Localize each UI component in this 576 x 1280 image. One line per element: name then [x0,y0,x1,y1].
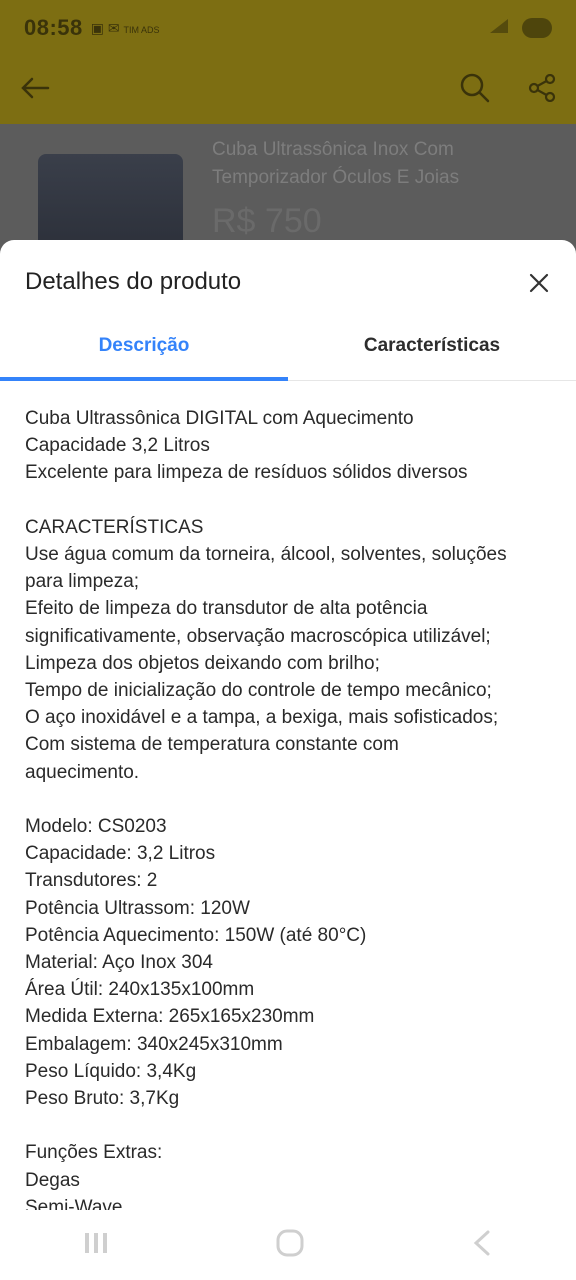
status-bar: 08:58 ▣ ✉ TIM ADS [0,0,576,56]
description-line: Semi-Wave [25,1196,123,1210]
description-line: Modelo: CS0203 [25,816,167,838]
description-line: Potência Ultrassom: 120W [25,897,250,919]
home-icon[interactable] [275,1228,305,1263]
search-icon[interactable] [460,73,490,108]
tab-caracteristicas[interactable]: Características [288,324,576,380]
description-line: O aço inoxidável e a tampa, a bexiga, ma… [25,707,499,729]
description-line [25,487,551,514]
description-line: CARACTERÍSTICAS [25,516,204,538]
description-line: Peso Líquido: 3,4Kg [25,1060,197,1082]
description-line: Embalagem: 340x245x310mm [25,1033,283,1055]
description-line: Degas [25,1169,80,1191]
description-line: Limpeza dos objetos deixando com brilho; [25,652,380,674]
description-line: Funções Extras: [25,1142,163,1164]
description-line: Capacidade: 3,2 Litros [25,843,216,865]
sheet-title: Detalhes do produto [25,268,242,295]
description-line: Transdutores: 2 [25,870,158,892]
description-line: Área Útil: 240x135x100mm [25,979,255,1001]
description-line [25,786,551,813]
tab-bar: Descrição Características [0,324,576,381]
description-line: Use água comum da torneira, álcool, solv… [25,544,507,565]
description-line: Potência Aquecimento: 150W (até 80°C) [25,924,367,946]
sheet-header: Detalhes do produto [0,240,576,324]
description-line: Efeito de limpeza do transdutor de alta … [25,598,428,620]
description-line [25,1112,551,1139]
back-icon[interactable] [470,1229,494,1262]
description-line: aquecimento. [25,761,140,783]
description-line: Material: Aço Inox 304 [25,952,213,974]
back-arrow-icon[interactable] [20,76,50,105]
description-line: Medida Externa: 265x165x230mm [25,1006,315,1028]
description-line: Peso Bruto: 3,7Kg [25,1088,180,1110]
battery-icon [522,18,552,38]
description-line: para limpeza; [25,571,140,593]
product-details-sheet: Detalhes do produto Descrição Caracterís… [0,240,576,1210]
status-time: 08:58 [24,15,83,40]
product-title: Cuba Ultrassônica Inox Com Temporizador … [212,139,460,188]
description-line: Excelente para limpeza de resíduos sólid… [25,462,468,484]
notification-icons: ▣ ✉ TIM ADS [90,19,160,36]
description-line: Cuba Ultrassônica DIGITAL com Aqueciment… [25,408,414,429]
description-line: Capacidade 3,2 Litros [25,435,210,457]
tab-descricao[interactable]: Descrição [0,324,288,380]
description-text: Cuba Ultrassônica DIGITAL com Aqueciment… [0,381,576,1210]
description-line: Tempo de inicialização do controle de te… [25,680,492,702]
signal-icon [488,17,510,40]
close-icon[interactable] [528,272,550,294]
description-line: Com sistema de temperatura constante com [25,734,399,756]
share-icon[interactable] [528,73,556,107]
system-nav-bar [0,1210,576,1280]
description-line: significativamente, observação macroscóp… [25,625,491,647]
app-bar [0,56,576,124]
active-tab-indicator [0,377,288,381]
product-price: R$ 750 [212,202,322,240]
recent-apps-icon[interactable] [82,1230,110,1261]
